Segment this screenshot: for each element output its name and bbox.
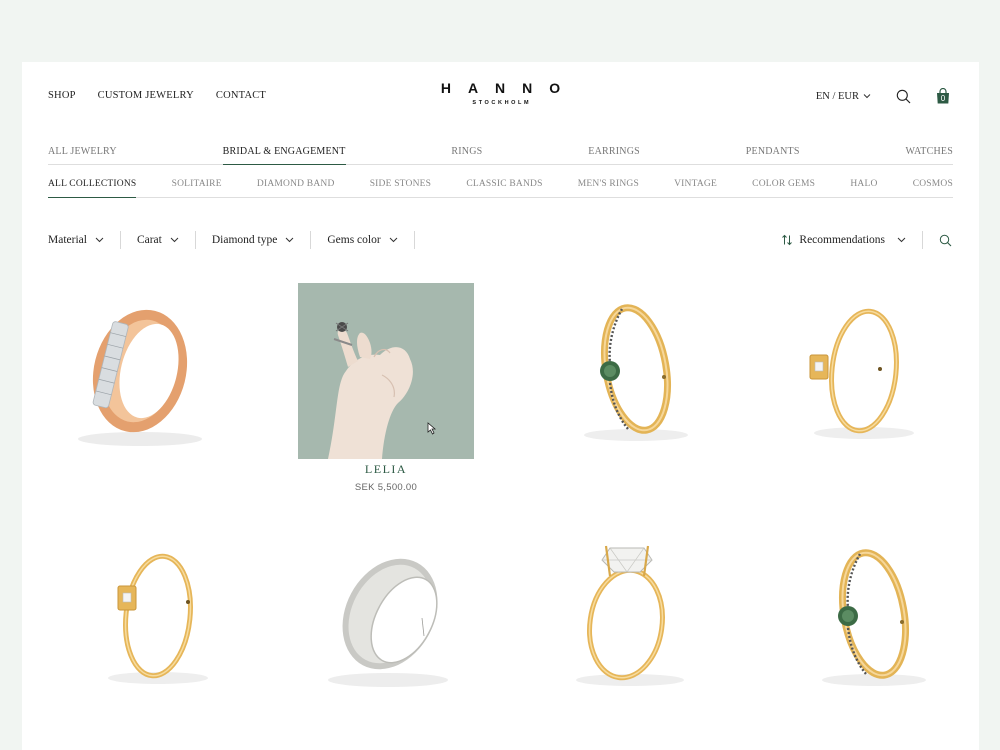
product-card[interactable] [544, 528, 720, 704]
tab-watches[interactable]: WATCHES [905, 140, 953, 164]
cart-button[interactable]: 0 [935, 87, 951, 104]
gems-color-filter-label: Gems color [327, 234, 381, 246]
collection-mens-rings[interactable]: MEN'S RINGS [578, 173, 639, 197]
tab-earrings[interactable]: EARRINGS [588, 140, 640, 164]
product-price: SEK 5,500.00 [354, 482, 418, 493]
sort-arrows-icon [782, 234, 793, 246]
tab-pendants[interactable]: PENDANTS [746, 140, 800, 164]
collection-vintage[interactable]: VINTAGE [674, 173, 717, 197]
white-gold-wedding-band-icon [328, 558, 448, 687]
sort-dropdown[interactable]: Recommendations [781, 231, 923, 249]
tab-rings[interactable]: RINGS [451, 140, 482, 164]
square-bezel-solitaire-ring-icon [809, 308, 914, 439]
filter-bar: Material Carat Diamond type Gems color R… [48, 230, 953, 250]
product-card[interactable] [780, 283, 956, 459]
carat-filter[interactable]: Carat [137, 231, 196, 249]
collection-side-stones[interactable]: SIDE STONES [370, 173, 431, 197]
category-tabs: ALL JEWELRY BRIDAL & ENGAGEMENT RINGS EA… [48, 140, 953, 165]
product-card[interactable] [544, 283, 720, 459]
product-card[interactable] [780, 528, 956, 704]
collection-halo[interactable]: HALO [850, 173, 877, 197]
tab-bridal-engagement[interactable]: BRIDAL & ENGAGEMENT [222, 140, 346, 165]
header-utilities: EN / EUR 0 [816, 87, 951, 104]
product-listing-page: SHOP CUSTOM JEWELRY CONTACT HANNO STOCKH… [22, 62, 979, 750]
green-gem-side-stone-ring-icon [584, 304, 688, 441]
collection-solitaire[interactable]: SOLITAIRE [172, 173, 222, 197]
baguette-eternity-band-icon [78, 309, 202, 446]
collection-classic-bands[interactable]: CLASSIC BANDS [466, 173, 542, 197]
material-filter[interactable]: Material [48, 231, 121, 249]
hand-wearing-ring-photo [298, 283, 474, 459]
chevron-down-icon [170, 237, 179, 243]
chevron-down-icon [285, 237, 294, 243]
material-filter-label: Material [48, 234, 87, 246]
chevron-down-icon [95, 237, 104, 243]
diamond-type-filter[interactable]: Diamond type [211, 231, 312, 249]
tab-all-jewelry[interactable]: ALL JEWELRY [48, 140, 117, 164]
collection-cosmos[interactable]: COSMOS [913, 173, 953, 197]
sort-label: Recommendations [799, 234, 885, 246]
diamond-type-filter-label: Diamond type [211, 234, 278, 246]
cart-count: 0 [940, 94, 946, 103]
chevron-down-icon [863, 94, 871, 99]
gems-color-filter[interactable]: Gems color [327, 231, 415, 249]
square-bezel-solitaire-ring-icon [108, 553, 208, 684]
cushion-diamond-solitaire-ring-icon [576, 545, 684, 686]
collection-tabs: ALL COLLECTIONS SOLITAIRE DIAMOND BAND S… [48, 173, 953, 198]
product-name[interactable]: LELIA [298, 462, 474, 477]
language-currency-selector[interactable]: EN / EUR [816, 91, 871, 102]
language-label: EN / EUR [815, 90, 859, 102]
product-card[interactable] [298, 528, 474, 704]
product-card[interactable] [52, 528, 228, 704]
chevron-down-icon [389, 237, 398, 243]
search-icon[interactable] [895, 88, 911, 104]
collection-diamond-band[interactable]: DIAMOND BAND [257, 173, 335, 197]
product-card-hovered[interactable] [298, 283, 474, 459]
filter-search-icon[interactable] [937, 232, 953, 248]
collection-color-gems[interactable]: COLOR GEMS [752, 173, 815, 197]
green-gem-side-stone-ring-icon [822, 549, 926, 686]
product-card[interactable] [52, 283, 228, 459]
collection-all[interactable]: ALL COLLECTIONS [48, 173, 137, 198]
carat-filter-label: Carat [136, 234, 162, 246]
chevron-down-icon [897, 237, 906, 243]
